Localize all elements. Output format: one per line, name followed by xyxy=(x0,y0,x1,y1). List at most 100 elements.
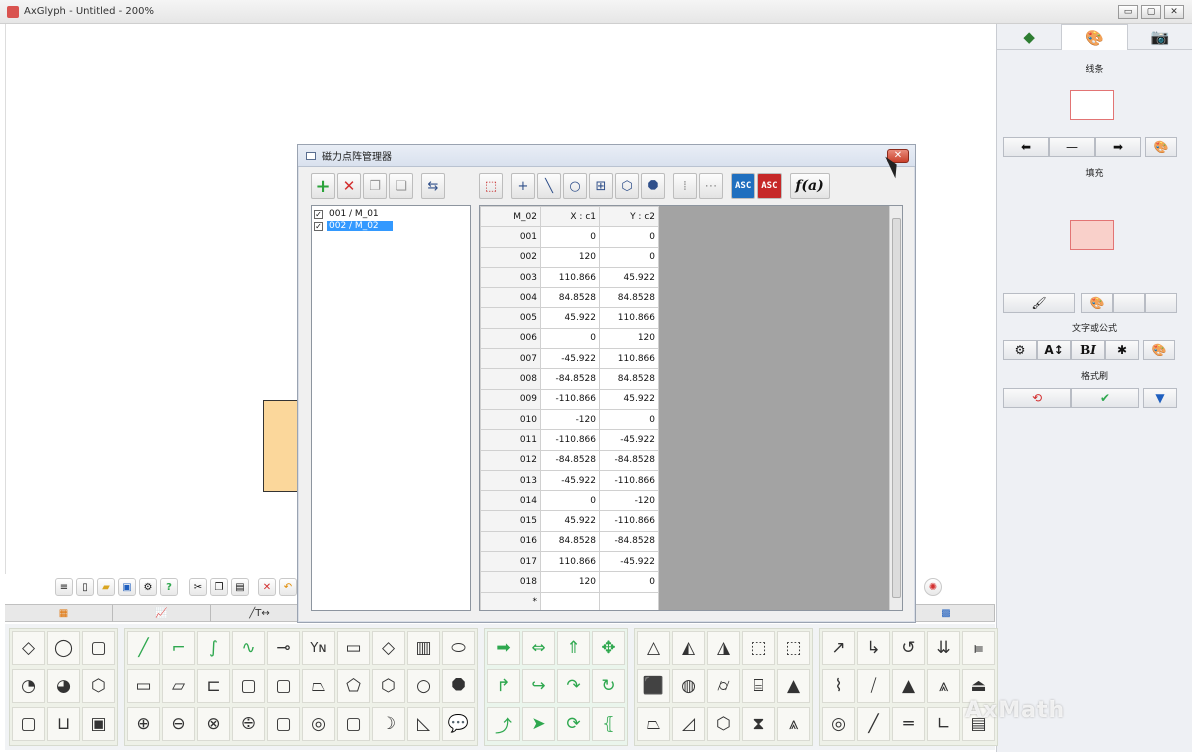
arrow-up-split-shape[interactable]: ⇑ xyxy=(557,631,590,665)
cylinder-3d-shape[interactable]: ⌭ xyxy=(707,669,740,703)
tree-item-label[interactable]: 002 / M_02 xyxy=(327,221,393,231)
table-row[interactable]: 011 -110.866 -45.922 xyxy=(480,429,659,451)
scrollbar-thumb[interactable] xyxy=(892,218,901,598)
table-row[interactable]: 016 84.8528 -84.8528 xyxy=(480,530,659,553)
y-value-cell[interactable]: 0 xyxy=(599,571,659,593)
rod-tool[interactable]: ⧸ xyxy=(857,669,890,703)
spring-tool[interactable]: ⌇ xyxy=(822,669,855,703)
divide-circle-shape[interactable]: ⨸ xyxy=(232,707,265,741)
trapezoid-shape[interactable]: ⏢ xyxy=(302,669,335,703)
format-reset-button[interactable]: ⟲ xyxy=(1003,388,1071,408)
hexagon-node-shape[interactable]: ⬡ xyxy=(82,669,115,703)
row-header-cell[interactable]: 005 xyxy=(480,307,541,329)
ellipse-tool[interactable]: ⬭ xyxy=(442,631,475,665)
fill-palette-button[interactable]: 🎨 xyxy=(1081,293,1113,313)
x-value-cell[interactable]: 84.8528 xyxy=(540,287,600,309)
arrow-circular-shape[interactable]: ⟳ xyxy=(557,707,590,741)
y-value-cell[interactable]: -110.866 xyxy=(599,510,659,532)
table-row[interactable]: 015 45.922 -110.866 xyxy=(480,510,659,532)
circle-node-shape[interactable]: ◯ xyxy=(47,631,80,665)
tree-item-label[interactable]: 001 / M_01 xyxy=(327,209,381,219)
maximize-button[interactable]: ▢ xyxy=(1141,5,1161,19)
junction-tool[interactable]: ⊸ xyxy=(267,631,300,665)
spiral-tool[interactable]: ◎ xyxy=(822,707,855,741)
arrow-four-way-shape[interactable]: ✥ xyxy=(592,631,625,665)
box-open-3d-shape[interactable]: ⬚ xyxy=(742,631,775,665)
fill-option-button-2[interactable] xyxy=(1145,293,1177,313)
tab-charts[interactable]: 📈 xyxy=(113,605,211,622)
x-value-cell[interactable]: 0 xyxy=(540,226,600,248)
y-value-cell[interactable]: 0 xyxy=(599,246,659,268)
hexagon-points-button[interactable]: ⬡ xyxy=(615,173,639,199)
arrow-both-shape[interactable]: ⇔ xyxy=(522,631,555,665)
delete-button[interactable]: ✕ xyxy=(258,578,276,596)
tree-item[interactable]: ✓ 002 / M_02 xyxy=(314,220,468,232)
column-header[interactable]: X : c1 xyxy=(540,206,600,228)
add-point-button[interactable]: + xyxy=(511,173,535,199)
tree-item-checkbox[interactable]: ✓ xyxy=(314,209,323,219)
row-header-cell[interactable]: 016 xyxy=(480,530,541,553)
row-header-cell[interactable]: 002 xyxy=(480,246,541,268)
pentagon-shape[interactable]: ⬠ xyxy=(337,669,370,703)
delete-lattice-button[interactable]: ✕ xyxy=(337,173,361,199)
beam-tool[interactable]: ⫢ xyxy=(962,631,995,665)
triangle-support-tool[interactable]: ▲ xyxy=(892,669,925,703)
settings-button[interactable]: ⚙ xyxy=(139,578,157,596)
tab-text-measure[interactable]: ╱T↔ xyxy=(211,605,309,622)
text-effects-button[interactable]: ✱ xyxy=(1105,340,1139,360)
select-region-button[interactable]: ⬚ xyxy=(479,173,503,199)
corner-arrow-tool[interactable]: ↳ xyxy=(857,631,890,665)
hourglass-3d-shape[interactable]: ⧗ xyxy=(742,707,775,741)
table-row[interactable]: 013 -45.922 -110.866 xyxy=(480,469,659,492)
export-ascii-button[interactable]: ASC xyxy=(757,173,782,199)
table-row[interactable]: 006 0 120 xyxy=(480,327,659,350)
table-row[interactable]: 012 -84.8528 -84.8528 xyxy=(480,449,659,471)
arrow-curve-shape[interactable]: ↪ xyxy=(522,669,555,703)
document-shape[interactable]: ▭ xyxy=(127,669,160,703)
x-value-cell[interactable]: 120 xyxy=(540,571,600,593)
vector-arrow-tool[interactable]: ↗ xyxy=(822,631,855,665)
row-header-cell[interactable]: 008 xyxy=(480,368,541,390)
x-value-cell[interactable]: 45.922 xyxy=(540,307,600,329)
x-value-cell[interactable]: 120 xyxy=(540,246,600,268)
force-arrows-tool[interactable]: ⇊ xyxy=(927,631,960,665)
arrow-chevron-shape[interactable]: ➤ xyxy=(522,707,555,741)
arrow-right-shape[interactable]: ➡ xyxy=(487,631,520,665)
hex-prism-3d-shape[interactable]: ⬡ xyxy=(707,707,740,741)
y-value-cell[interactable]: 120 xyxy=(599,327,659,350)
circle-shape[interactable]: ○ xyxy=(407,669,440,703)
diamond-node-shape[interactable]: ◇ xyxy=(12,631,45,665)
x-value-cell[interactable]: -84.8528 xyxy=(540,449,600,471)
close-window-button[interactable]: ✕ xyxy=(1164,5,1184,19)
rounded-frame-node-shape[interactable]: ▣ xyxy=(82,707,115,741)
bezier-tool[interactable]: ∿ xyxy=(232,631,265,665)
tree-item-checkbox[interactable]: ✓ xyxy=(314,221,323,231)
x-value-cell[interactable]: 0 xyxy=(540,327,600,350)
rotation-tool[interactable]: ↺ xyxy=(892,631,925,665)
speech-bubble-shape[interactable]: 💬 xyxy=(442,707,475,741)
x-value-cell[interactable]: -110.866 xyxy=(540,429,600,451)
row-header-cell[interactable]: 017 xyxy=(480,551,541,573)
stadium-shape[interactable]: ▢ xyxy=(337,707,370,741)
arc-node-shape[interactable]: ◔ xyxy=(12,669,45,703)
square-node-shape[interactable]: ▢ xyxy=(82,631,115,665)
x-value-cell[interactable]: 110.866 xyxy=(540,266,600,289)
open-file-button[interactable]: ▰ xyxy=(97,578,115,596)
table-row[interactable]: 005 45.922 110.866 xyxy=(480,307,659,329)
table-row[interactable]: 017 110.866 -45.922 xyxy=(480,551,659,573)
font-size-button[interactable]: A↕ xyxy=(1037,340,1071,360)
minus-circle-shape[interactable]: ⊖ xyxy=(162,707,195,741)
pyramid-3d-shape[interactable]: △ xyxy=(637,631,670,665)
rounded-rect-shape[interactable]: ▢ xyxy=(267,669,300,703)
format-dropdown-button[interactable]: ▼ xyxy=(1143,388,1177,408)
x-value-cell[interactable]: -84.8528 xyxy=(540,368,600,390)
x-value-cell[interactable]: 84.8528 xyxy=(540,530,600,553)
moon-shape[interactable]: ☽ xyxy=(372,707,405,741)
horizontal-dots-button[interactable]: ⋯ xyxy=(699,173,723,199)
double-circle-shape[interactable]: ◎ xyxy=(302,707,335,741)
y-value-cell[interactable] xyxy=(599,591,659,610)
row-header-cell[interactable]: 010 xyxy=(480,408,541,431)
tab-basic-shapes[interactable]: ▦ xyxy=(15,605,113,622)
cube-wire-3d-shape[interactable]: ⬚ xyxy=(777,631,810,665)
diamond-tool[interactable]: ◇ xyxy=(372,631,405,665)
